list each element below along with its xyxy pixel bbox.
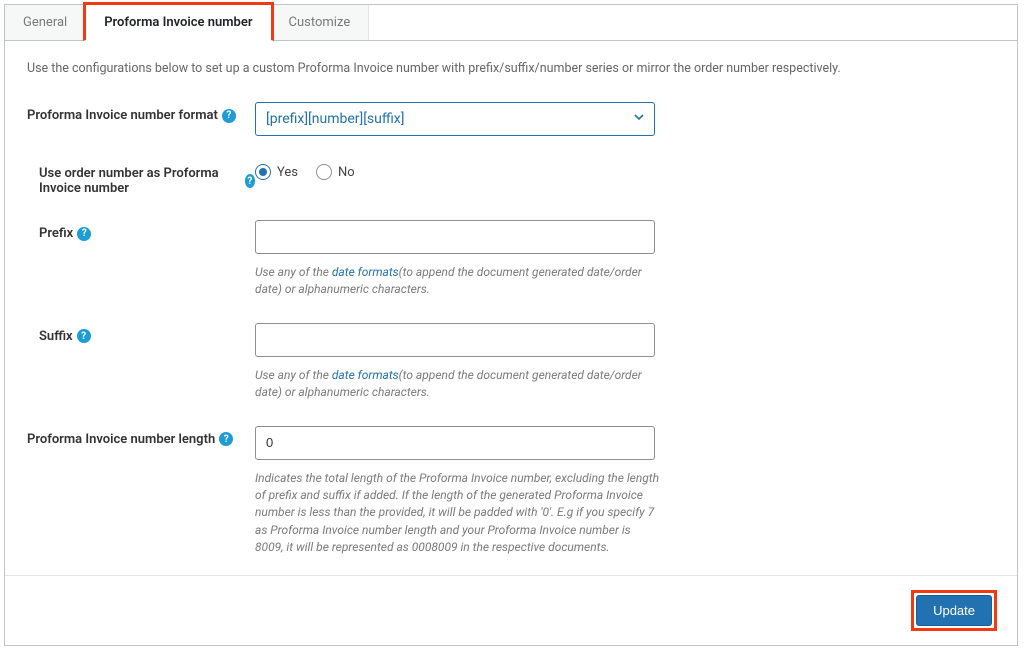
help-icon[interactable]: ? <box>245 174 255 188</box>
length-label: Proforma Invoice number length ? <box>27 426 255 447</box>
radio-yes-label: Yes <box>277 165 298 180</box>
settings-panel: General Proforma Invoice number Customiz… <box>4 4 1018 646</box>
help-icon[interactable]: ? <box>222 109 236 123</box>
suffix-input[interactable] <box>255 323 655 357</box>
help-icon[interactable]: ? <box>219 432 233 446</box>
update-highlight: Update <box>911 590 997 631</box>
date-formats-link[interactable]: date formats <box>332 265 399 279</box>
radio-yes[interactable]: Yes <box>255 164 298 180</box>
format-label: Proforma Invoice number format ? <box>27 102 255 123</box>
length-hint: Indicates the total length of the Profor… <box>255 470 660 557</box>
radio-no[interactable]: No <box>316 164 355 180</box>
field-suffix: Suffix ? Use any of the date formats(to … <box>27 323 995 402</box>
field-prefix: Prefix ? Use any of the date formats(to … <box>27 220 995 299</box>
radio-dot-icon <box>316 164 332 180</box>
tabs-bar: General Proforma Invoice number Customiz… <box>5 5 1017 41</box>
prefix-hint: Use any of the date formats(to append th… <box>255 264 660 299</box>
suffix-hint: Use any of the date formats(to append th… <box>255 367 660 402</box>
hint-text: Use any of the <box>255 265 332 279</box>
format-label-text: Proforma Invoice number format <box>27 108 218 123</box>
prefix-input[interactable] <box>255 220 655 254</box>
format-select-value: [prefix][number][suffix] <box>266 111 404 127</box>
radio-no-label: No <box>338 165 355 180</box>
tab-general[interactable]: General <box>5 5 86 40</box>
tab-customize[interactable]: Customize <box>271 5 370 40</box>
suffix-label: Suffix ? <box>27 323 255 344</box>
date-formats-link[interactable]: date formats <box>332 368 399 382</box>
prefix-label-text: Prefix <box>39 226 73 241</box>
field-length: Proforma Invoice number length ? Indicat… <box>27 426 995 557</box>
format-select[interactable]: [prefix][number][suffix] <box>255 102 655 136</box>
length-label-text: Proforma Invoice number length <box>27 432 215 447</box>
settings-content: Use the configurations below to set up a… <box>5 41 1017 557</box>
help-icon[interactable]: ? <box>77 329 91 343</box>
use-order-label: Use order number as Proforma Invoice num… <box>27 160 255 196</box>
update-button[interactable]: Update <box>916 595 992 626</box>
field-use-order: Use order number as Proforma Invoice num… <box>27 160 995 196</box>
length-input[interactable] <box>255 426 655 460</box>
use-order-label-text: Use order number as Proforma Invoice num… <box>39 166 241 196</box>
help-icon[interactable]: ? <box>77 227 91 241</box>
intro-text: Use the configurations below to set up a… <box>27 61 995 76</box>
footer-bar: Update <box>5 575 1017 645</box>
radio-dot-icon <box>255 164 271 180</box>
suffix-label-text: Suffix <box>39 329 73 344</box>
prefix-label: Prefix ? <box>27 220 255 241</box>
hint-text: Use any of the <box>255 368 332 382</box>
tab-proforma-invoice-number[interactable]: Proforma Invoice number <box>83 2 273 41</box>
field-format: Proforma Invoice number format ? [prefix… <box>27 102 995 136</box>
